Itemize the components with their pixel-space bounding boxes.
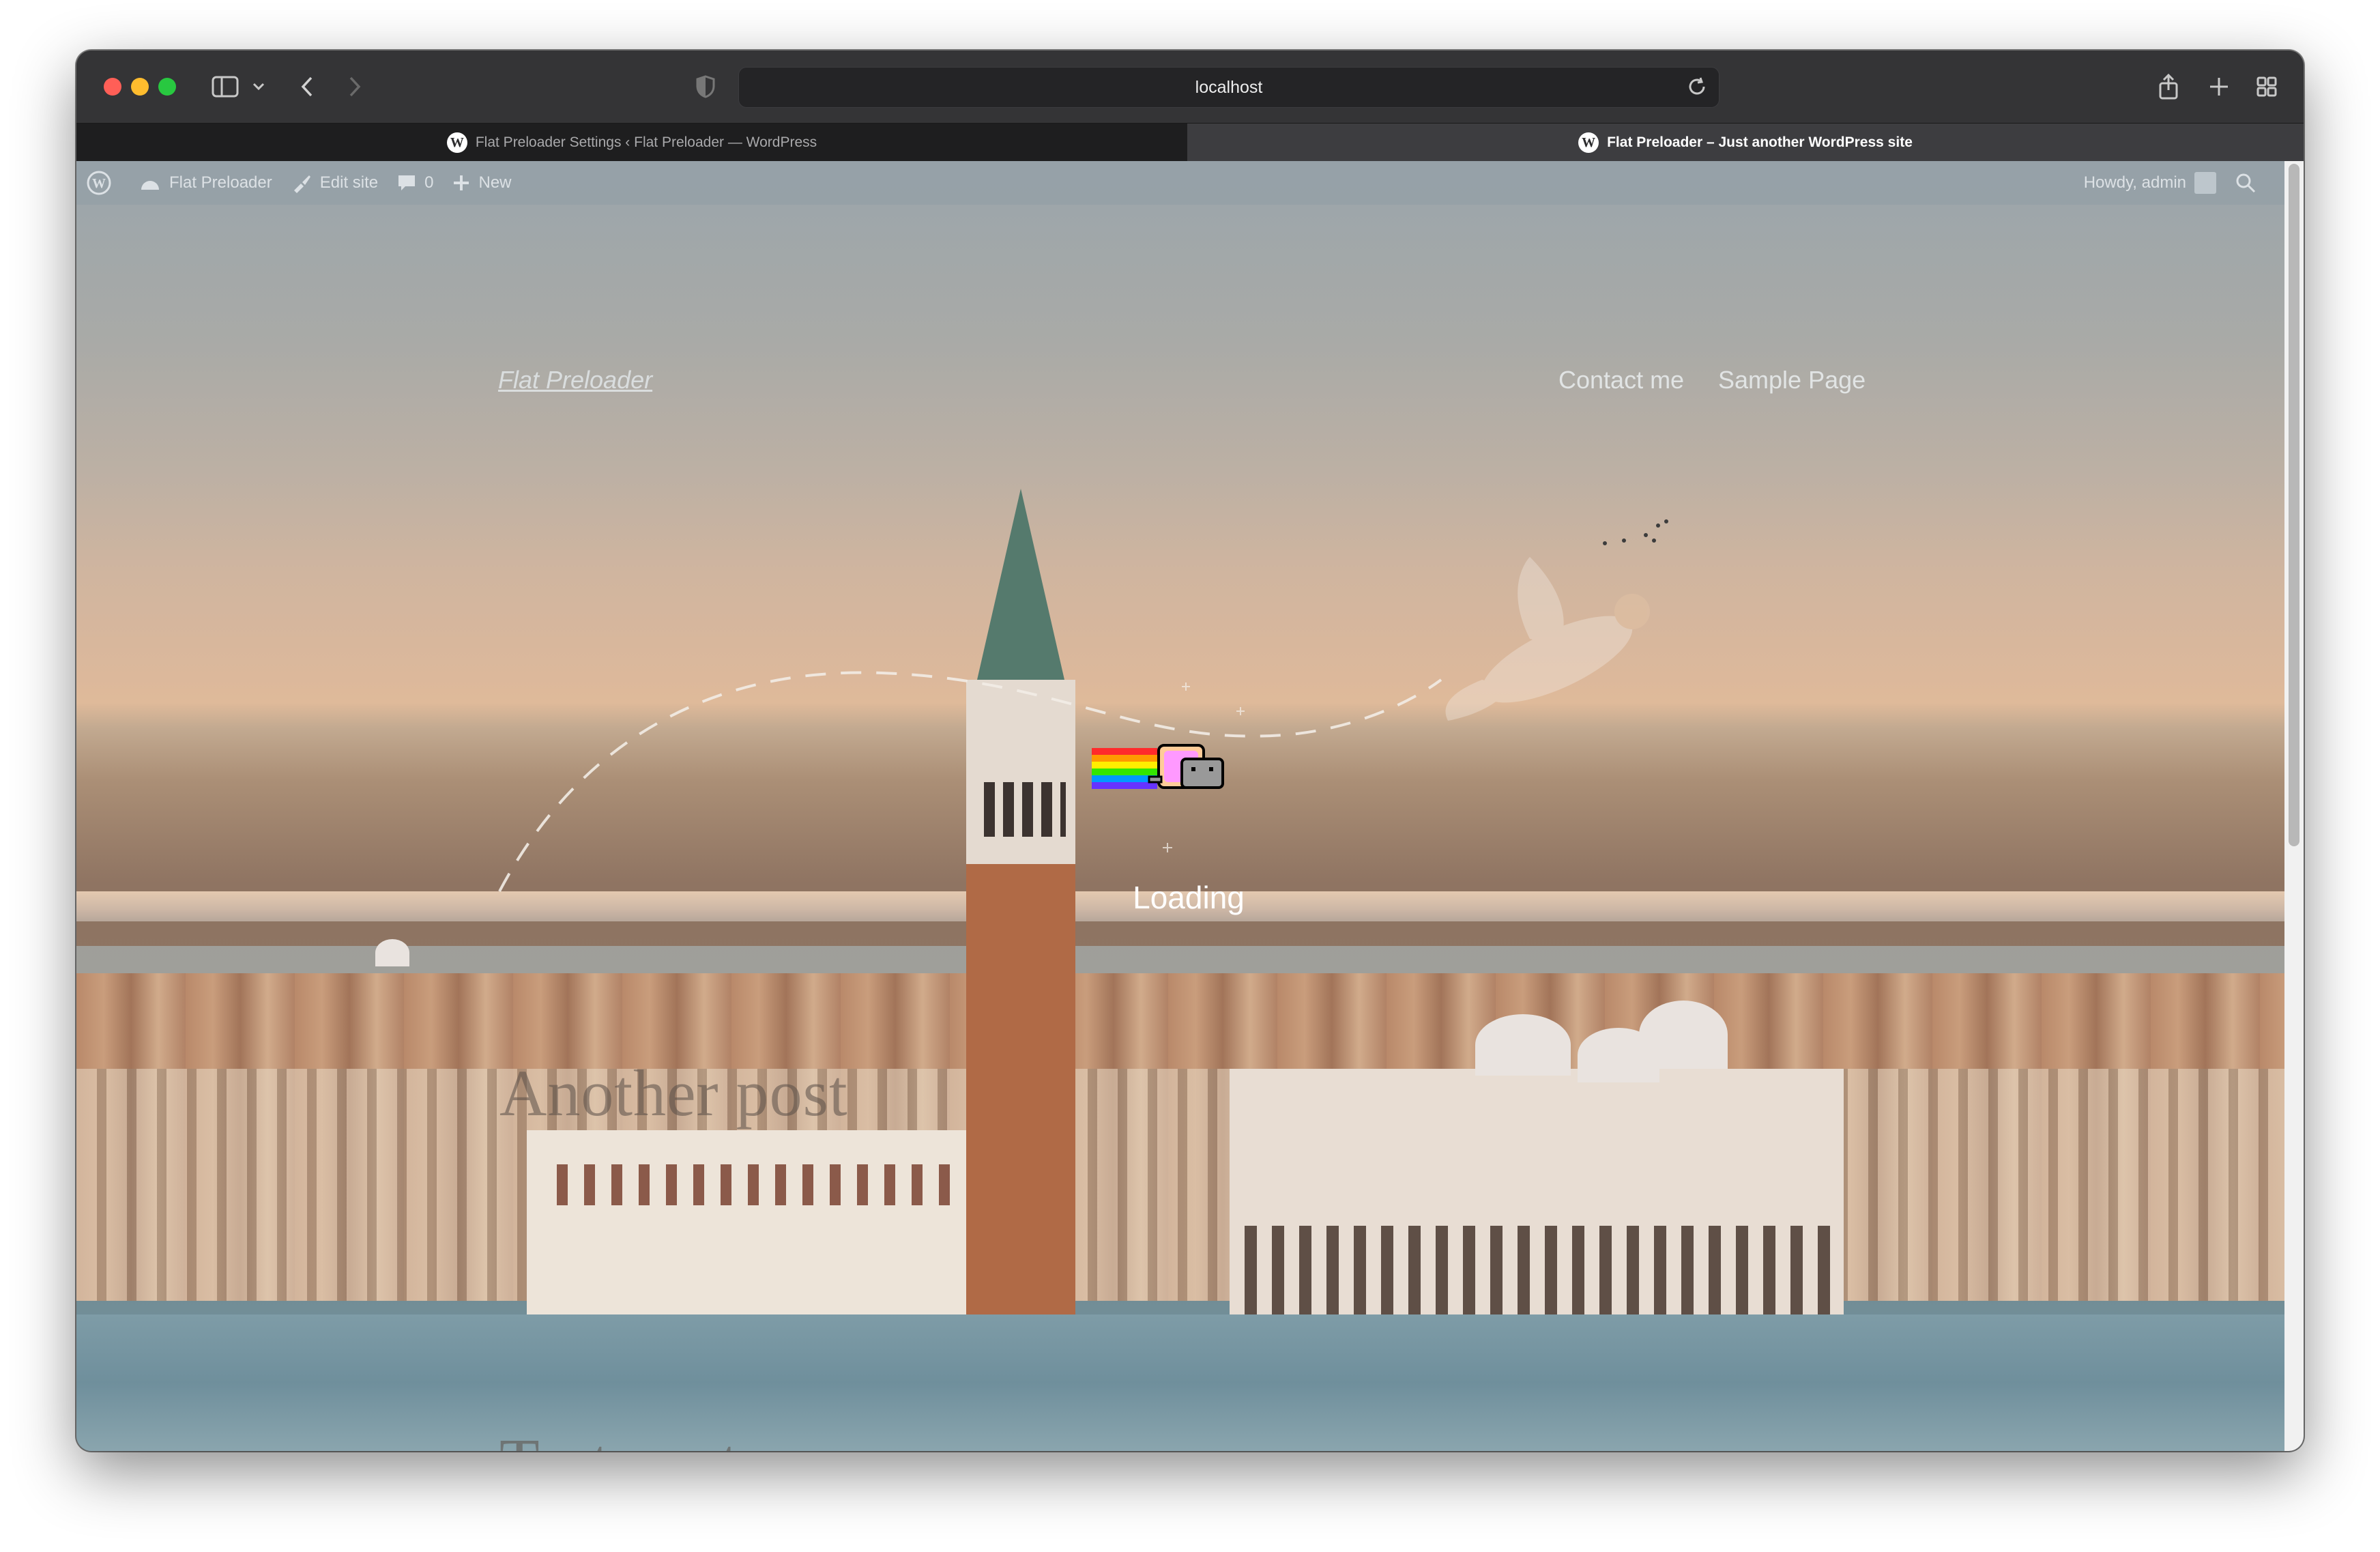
tab-flat-preloader-site[interactable]: W Flat Preloader – Just another WordPres… bbox=[1187, 124, 2304, 162]
minimize-window-button[interactable] bbox=[131, 78, 149, 96]
edit-brush-icon bbox=[293, 175, 310, 193]
nav-contact-me[interactable]: Contact me bbox=[1558, 366, 1684, 394]
admin-bar-account[interactable]: Howdy, admin bbox=[2074, 161, 2226, 205]
scrollbar-thumb[interactable] bbox=[2289, 164, 2299, 846]
zoom-window-button[interactable] bbox=[158, 78, 176, 96]
close-window-button[interactable] bbox=[104, 78, 121, 96]
svg-text:W: W bbox=[92, 176, 106, 191]
flight-path-line bbox=[498, 671, 1442, 892]
search-icon bbox=[2236, 173, 2256, 193]
admin-bar-site-name[interactable]: Flat Preloader bbox=[130, 161, 282, 205]
admin-bar-comments[interactable]: 0 bbox=[388, 161, 443, 205]
reload-icon[interactable] bbox=[1686, 76, 1708, 101]
dashboard-gauge-icon bbox=[141, 181, 159, 190]
url-text: localhost bbox=[1195, 78, 1263, 97]
tab-overview-icon[interactable] bbox=[2252, 68, 2282, 105]
tab-bar: W Flat Preloader Settings ‹ Flat Preload… bbox=[76, 123, 2304, 162]
preloader-animation bbox=[498, 519, 1668, 892]
wp-admin-bar: W Flat Preloader Edit site 0 New Howdy, … bbox=[76, 161, 2284, 205]
new-label: New bbox=[478, 173, 512, 192]
site-name-label: Flat Preloader bbox=[169, 173, 272, 192]
browser-toolbar: localhost bbox=[76, 51, 2304, 123]
avatar bbox=[2194, 172, 2216, 194]
wordpress-icon: W bbox=[1578, 132, 1599, 153]
preloader-loading-text: Loading bbox=[1133, 880, 1245, 915]
chevron-down-icon[interactable] bbox=[248, 68, 269, 105]
forward-arrow-icon[interactable] bbox=[341, 68, 368, 105]
site-title-link[interactable]: Flat Preloader bbox=[498, 366, 652, 394]
page-viewport: W Flat Preloader Edit site 0 New Howdy, … bbox=[76, 161, 2304, 1451]
wordpress-logo-icon: W bbox=[87, 171, 111, 195]
new-tab-icon[interactable] bbox=[2204, 68, 2234, 105]
edit-site-label: Edit site bbox=[319, 173, 379, 192]
wordpress-icon: W bbox=[446, 132, 467, 153]
tab-title: Flat Preloader Settings ‹ Flat Preloader… bbox=[475, 134, 817, 150]
tab-flat-preloader-settings[interactable]: W Flat Preloader Settings ‹ Flat Preload… bbox=[76, 124, 1187, 162]
post-title-another[interactable]: Another post bbox=[499, 1055, 848, 1131]
howdy-label: Howdy, admin bbox=[2083, 173, 2186, 192]
admin-bar-new[interactable]: New bbox=[443, 161, 521, 205]
back-arrow-icon[interactable] bbox=[293, 68, 321, 105]
tab-title: Flat Preloader – Just another WordPress … bbox=[1607, 134, 1913, 150]
admin-bar-edit-site[interactable]: Edit site bbox=[282, 161, 388, 205]
nav-sample-page[interactable]: Sample Page bbox=[1718, 366, 1866, 394]
address-bar[interactable]: localhost bbox=[738, 67, 1719, 108]
share-icon[interactable] bbox=[2153, 68, 2183, 105]
admin-bar-search[interactable] bbox=[2226, 161, 2284, 205]
comment-bubble-icon bbox=[398, 175, 416, 190]
small-birds-flock bbox=[1603, 519, 1668, 545]
plus-icon bbox=[454, 175, 469, 190]
privacy-shield-icon[interactable] bbox=[691, 68, 721, 105]
bird-illustration bbox=[1445, 557, 1650, 721]
comments-count: 0 bbox=[424, 173, 434, 192]
browser-window: localhost W Flat Preloader Settings ‹ Fl… bbox=[76, 51, 2304, 1451]
post-title-test[interactable]: Test post bbox=[499, 1424, 740, 1451]
wp-logo-menu[interactable]: W bbox=[76, 161, 130, 205]
sidebar-toggle-icon[interactable] bbox=[207, 68, 243, 105]
scrollbar-track[interactable] bbox=[2284, 161, 2304, 1451]
nyan-cat-icon bbox=[1092, 744, 1224, 789]
